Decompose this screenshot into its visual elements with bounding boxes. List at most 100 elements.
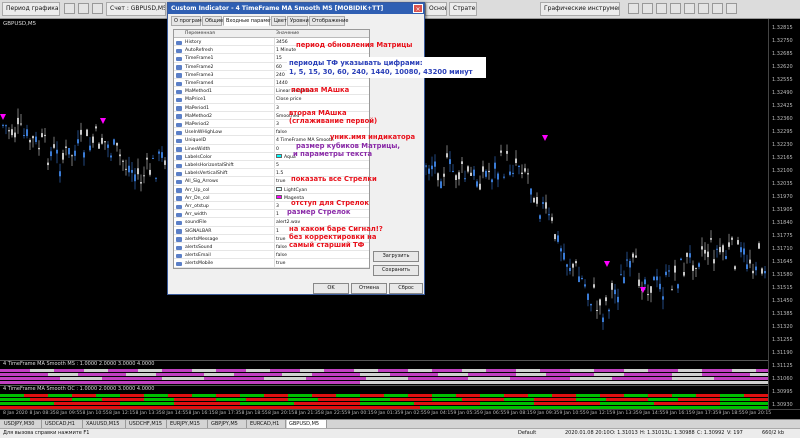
toolbar-button[interactable] — [712, 3, 723, 14]
toolbar-button[interactable] — [78, 3, 89, 14]
param-icon — [176, 237, 182, 242]
param-icon — [176, 56, 182, 62]
param-row[interactable]: alertsEmail false — [174, 252, 369, 260]
candle — [632, 252, 634, 263]
candle — [71, 154, 73, 166]
candle — [506, 144, 508, 161]
matrix-cell — [762, 398, 768, 401]
candle — [668, 265, 670, 278]
dialog-tab[interactable]: Отображение — [309, 16, 348, 26]
param-row[interactable]: MaPrice1 Close price — [174, 96, 369, 104]
param-name: LabelsHorizontalShift — [185, 163, 234, 168]
toolbar-button[interactable] — [64, 3, 75, 14]
candle — [455, 173, 457, 189]
candle — [473, 166, 475, 180]
toolbar-button[interactable] — [698, 3, 709, 14]
param-value[interactable]: 60 — [276, 64, 282, 71]
param-value[interactable]: true — [276, 236, 285, 243]
candle — [563, 243, 565, 261]
ok-button[interactable]: OK — [313, 283, 349, 294]
candle — [596, 300, 598, 319]
dialog-tab[interactable]: О программе — [171, 16, 209, 26]
dialog-tab[interactable]: Входные параметры — [223, 16, 280, 26]
candle — [158, 149, 160, 162]
candle — [515, 150, 517, 166]
param-value[interactable]: true — [276, 260, 285, 267]
candle — [503, 173, 505, 180]
param-value[interactable]: false — [276, 244, 287, 251]
param-row[interactable]: alertsMobile true — [174, 260, 369, 268]
param-value[interactable]: 3456 — [276, 39, 288, 46]
param-value[interactable]: 1.5 — [276, 170, 283, 177]
param-icon — [176, 163, 182, 168]
param-value[interactable]: 15 — [276, 55, 282, 62]
candle — [491, 178, 493, 190]
param-name: Arr_width — [185, 212, 207, 218]
param-value[interactable]: 240 — [276, 72, 285, 79]
matrix-row — [0, 377, 768, 380]
status-low: L: 1.30988 — [668, 430, 695, 436]
param-value-text: false — [276, 245, 287, 250]
candle — [533, 196, 535, 203]
param-row[interactable]: Arr_Up_col LightCyan — [174, 187, 369, 194]
param-value[interactable]: 3 — [276, 203, 279, 210]
time-tick-label: 9 Jan 12:15 — [586, 411, 613, 416]
param-value[interactable]: 1 Minute — [276, 47, 296, 54]
close-icon[interactable]: × — [413, 4, 423, 13]
note-signal-line1: на каком баре Сигнал!? — [289, 225, 383, 233]
param-name: Arr_Dn_col — [185, 195, 210, 201]
param-value[interactable]: 0 — [276, 146, 279, 153]
toolbar-button[interactable] — [684, 3, 695, 14]
note-ma1: первая МАшка — [291, 86, 350, 94]
toolbar-account[interactable]: Счет : GBPUSD,M5 — [106, 2, 166, 16]
dialog-tab[interactable]: Общие — [202, 16, 223, 26]
param-value[interactable]: true — [276, 178, 285, 185]
candle — [449, 151, 451, 173]
dialog-tab[interactable]: Цвета — [271, 16, 290, 26]
candle — [686, 252, 688, 264]
candle — [452, 164, 454, 173]
toolbar-period[interactable]: Период графика — [2, 2, 60, 16]
candle — [101, 133, 103, 145]
param-value[interactable]: 1440 — [276, 80, 288, 87]
toolbar-drawing-tools[interactable]: Графические инструменты — [540, 2, 620, 16]
toolbar-button[interactable] — [670, 3, 681, 14]
param-value-text: 3 — [276, 122, 279, 127]
param-value[interactable]: 3 — [276, 105, 279, 112]
toolbar-button[interactable] — [726, 3, 737, 14]
time-tick-label: 8 Jan 13:35 — [135, 411, 162, 416]
toolbar-button[interactable] — [642, 3, 653, 14]
candle — [488, 162, 490, 180]
candle — [95, 124, 97, 132]
param-value[interactable]: LightCyan — [276, 187, 307, 194]
param-value[interactable]: 1 — [276, 228, 279, 235]
param-value[interactable]: 1 — [276, 211, 279, 218]
candle — [74, 144, 76, 161]
candle — [83, 150, 85, 166]
param-value[interactable]: 5 — [276, 162, 279, 169]
load-button[interactable]: Загрузить — [373, 251, 419, 262]
toolbar-button[interactable] — [628, 3, 639, 14]
param-name: LinesWidth — [185, 146, 211, 152]
candle — [545, 194, 547, 214]
param-value-text: Close price — [276, 97, 302, 103]
reset-button[interactable]: Сброс — [389, 283, 423, 294]
toolbar-button[interactable] — [92, 3, 103, 14]
toolbar-basics[interactable]: Основы — [425, 2, 447, 16]
param-value-text: 1 — [276, 212, 279, 218]
pane-label: 4 TimeFrame MA Smooth OC : 1.0000 2.0000… — [3, 386, 155, 392]
param-value[interactable]: false — [276, 252, 287, 259]
cancel-button[interactable]: Отмена — [351, 283, 387, 294]
param-value[interactable]: Close price — [276, 96, 301, 103]
matrix-row — [0, 402, 768, 405]
candle — [116, 142, 118, 152]
param-row[interactable]: LabelsHorizontalShift 5 — [174, 162, 369, 170]
param-icon — [176, 212, 182, 218]
toolbar-strategy[interactable]: Стратег — [449, 2, 477, 16]
toolbar-button[interactable] — [656, 3, 667, 14]
status-profile[interactable]: Default — [518, 430, 536, 436]
save-button[interactable]: Сохранить — [373, 265, 419, 276]
dialog-tab[interactable]: Уровни — [287, 16, 309, 26]
param-value[interactable]: false — [276, 129, 287, 136]
param-value[interactable]: 3 — [276, 121, 279, 128]
